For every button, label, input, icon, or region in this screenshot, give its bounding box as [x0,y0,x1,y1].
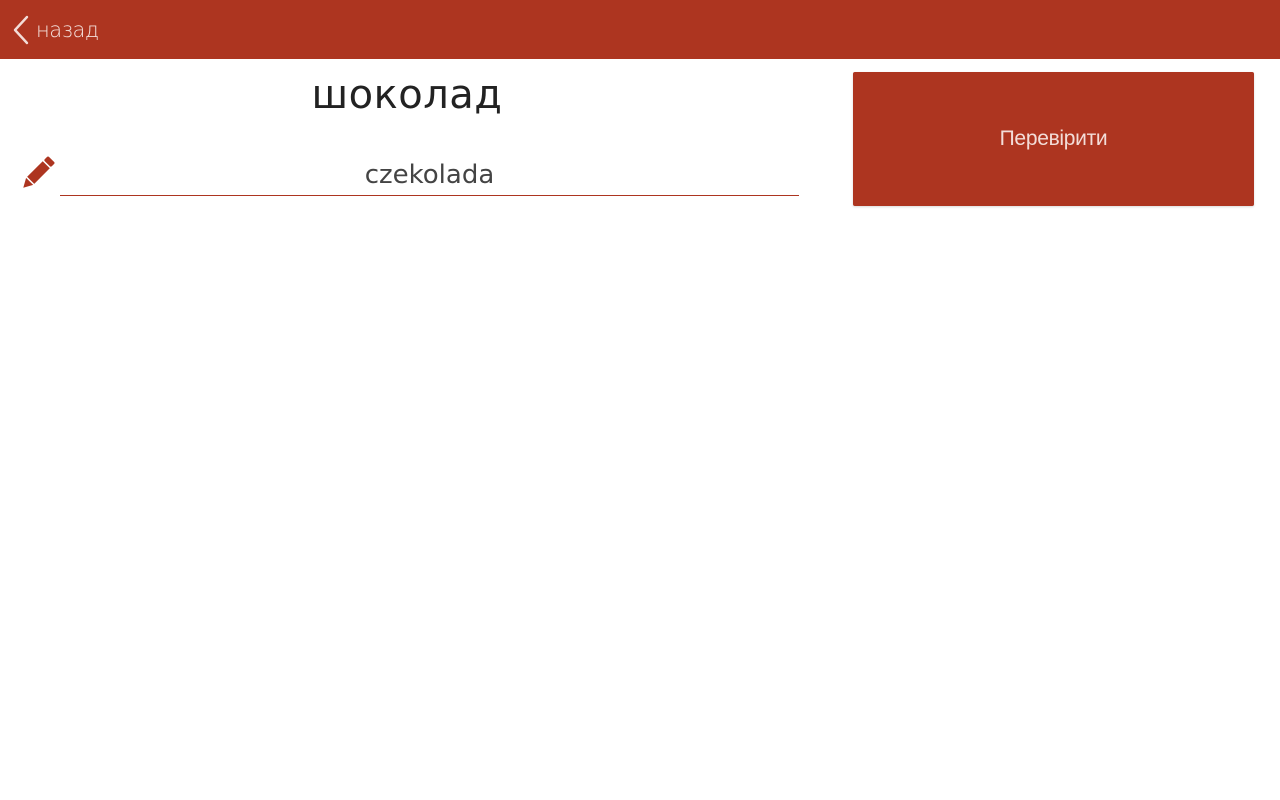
chevron-left-icon [12,14,30,46]
back-button[interactable]: назад [12,14,99,46]
app-window: назад шоколад Перевірити [0,0,1280,800]
top-bar: назад [0,0,1280,59]
check-button[interactable]: Перевірити [853,72,1254,206]
check-button-label: Перевірити [999,127,1108,150]
pencil-icon [16,155,56,195]
word-prompt: шоколад [311,72,503,118]
answer-input[interactable] [60,154,799,196]
back-label: назад [36,18,99,42]
